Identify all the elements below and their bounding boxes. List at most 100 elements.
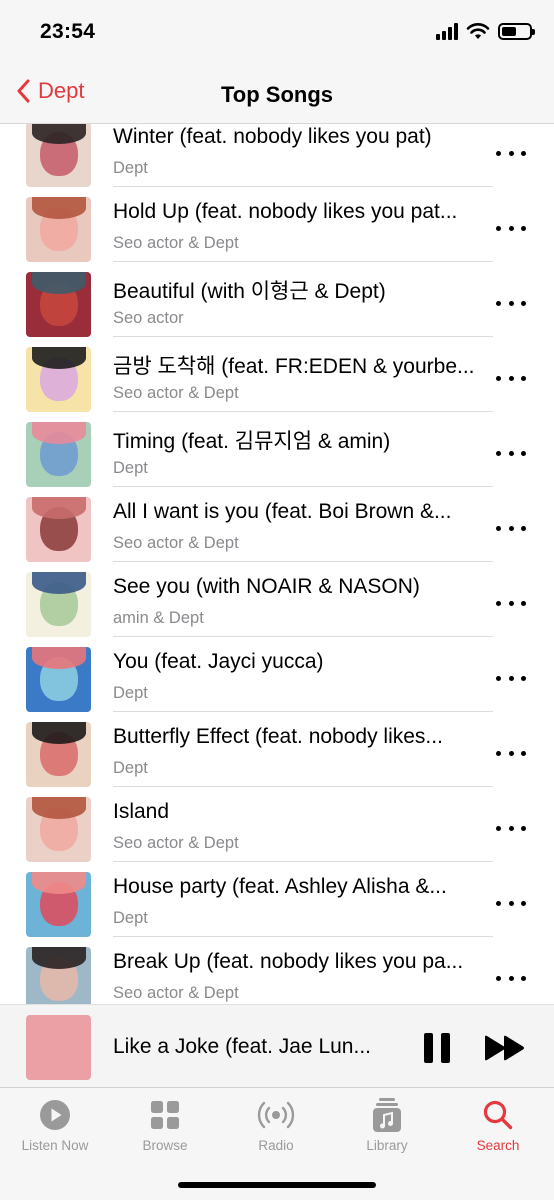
song-artist: Seo actor & Dept bbox=[113, 984, 239, 1002]
song-artist: Dept bbox=[113, 759, 148, 777]
song-title: House party (feat. Ashley Alisha &... bbox=[113, 875, 447, 898]
song-text: Butterfly Effect (feat. nobody likes... D… bbox=[113, 723, 493, 787]
song-row[interactable]: Butterfly Effect (feat. nobody likes... D… bbox=[0, 717, 554, 792]
tab-label: Browse bbox=[142, 1138, 188, 1153]
more-options-icon[interactable] bbox=[496, 668, 526, 688]
song-title: See you (with NOAIR & NASON) bbox=[113, 575, 420, 598]
wifi-icon bbox=[466, 23, 490, 39]
song-artist: Dept bbox=[113, 459, 148, 477]
song-artwork bbox=[26, 497, 91, 562]
cellular-signal-icon bbox=[436, 22, 458, 40]
song-row[interactable]: See you (with NOAIR & NASON) amin & Dept bbox=[0, 567, 554, 642]
more-options-icon[interactable] bbox=[496, 518, 526, 538]
song-text: Break Up (feat. nobody likes you pa... Se… bbox=[113, 948, 493, 1004]
play-circle-icon bbox=[40, 1100, 70, 1130]
tab-label: Radio bbox=[258, 1138, 294, 1153]
more-options-icon[interactable] bbox=[496, 443, 526, 463]
tab-library[interactable]: Library bbox=[332, 1098, 442, 1153]
page-title: Top Songs bbox=[220, 82, 334, 107]
pause-icon-bar bbox=[424, 1033, 433, 1063]
song-artwork bbox=[26, 124, 91, 187]
status-time: 23:54 bbox=[40, 20, 96, 43]
now-playing-title[interactable]: Like a Joke (feat. Jae Lun... bbox=[113, 1035, 393, 1059]
more-options-icon[interactable] bbox=[496, 218, 526, 238]
song-row[interactable]: Timing (feat. 김뮤지엄 & amin) Dept bbox=[0, 417, 554, 492]
song-text: You (feat. Jayci yucca) Dept bbox=[113, 648, 493, 712]
song-text: Beautiful (with 이형근 & Dept) Seo actor bbox=[113, 273, 493, 337]
song-row[interactable]: Hold Up (feat. nobody likes you pat... Se… bbox=[0, 192, 554, 267]
tab-radio[interactable]: Radio bbox=[221, 1098, 331, 1153]
song-list[interactable]: Winter (feat. nobody likes you pat) Dept H… bbox=[0, 124, 554, 1004]
song-artist: Dept bbox=[113, 909, 148, 927]
song-artist: Dept bbox=[113, 684, 148, 702]
song-artwork bbox=[26, 722, 91, 787]
song-title: Break Up (feat. nobody likes you pa... bbox=[113, 950, 464, 973]
song-text: 금방 도착해 (feat. FR:EDEN & yourbe... Seo act… bbox=[113, 348, 493, 412]
song-artist: Dept bbox=[113, 159, 148, 177]
song-artwork bbox=[26, 572, 91, 637]
song-title: You (feat. Jayci yucca) bbox=[113, 650, 324, 673]
song-title: Hold Up (feat. nobody likes you pat... bbox=[113, 200, 458, 223]
tab-label: Library bbox=[366, 1138, 408, 1153]
pause-icon-bar bbox=[441, 1033, 450, 1063]
tab-label: Search bbox=[476, 1138, 520, 1153]
song-text: Hold Up (feat. nobody likes you pat... Se… bbox=[113, 198, 493, 262]
song-artist: Seo actor & Dept bbox=[113, 534, 239, 552]
mini-player[interactable]: Like a Joke (feat. Jae Lun... bbox=[0, 1004, 554, 1088]
more-options-icon[interactable] bbox=[496, 818, 526, 838]
more-options-icon[interactable] bbox=[496, 143, 526, 163]
song-row[interactable]: Beautiful (with 이형근 & Dept) Seo actor bbox=[0, 267, 554, 342]
song-text: House party (feat. Ashley Alisha &... Dep… bbox=[113, 873, 493, 937]
search-icon bbox=[483, 1100, 513, 1130]
navigation-bar: Dept Top Songs bbox=[0, 66, 554, 124]
more-options-icon[interactable] bbox=[496, 743, 526, 763]
song-title: 금방 도착해 (feat. FR:EDEN & yourbe... bbox=[113, 355, 475, 378]
status-bar: 23:54 bbox=[0, 0, 554, 66]
pause-button[interactable] bbox=[424, 1033, 450, 1063]
song-title: Butterfly Effect (feat. nobody likes... bbox=[113, 725, 443, 748]
song-text: See you (with NOAIR & NASON) amin & Dept bbox=[113, 573, 493, 637]
song-row[interactable]: You (feat. Jayci yucca) Dept bbox=[0, 642, 554, 717]
song-artist: Seo actor bbox=[113, 309, 184, 327]
song-title: All I want is you (feat. Boi Brown &... bbox=[113, 500, 452, 523]
song-artwork bbox=[26, 272, 91, 337]
more-options-icon[interactable] bbox=[496, 368, 526, 388]
song-text: Winter (feat. nobody likes you pat) Dept bbox=[113, 124, 493, 187]
more-options-icon[interactable] bbox=[496, 968, 526, 988]
tab-browse[interactable]: Browse bbox=[110, 1098, 220, 1153]
song-text: All I want is you (feat. Boi Brown &... S… bbox=[113, 498, 493, 562]
song-artwork bbox=[26, 647, 91, 712]
battery-icon bbox=[498, 22, 535, 40]
song-artwork bbox=[26, 797, 91, 862]
song-artist: Seo actor & Dept bbox=[113, 384, 239, 402]
song-artwork bbox=[26, 197, 91, 262]
radio-waves-icon bbox=[257, 1101, 295, 1129]
song-row[interactable]: Winter (feat. nobody likes you pat) Dept bbox=[0, 124, 554, 192]
song-title: Winter (feat. nobody likes you pat) bbox=[113, 125, 432, 148]
song-title: Beautiful (with 이형근 & Dept) bbox=[113, 280, 386, 303]
song-row[interactable]: House party (feat. Ashley Alisha &... Dep… bbox=[0, 867, 554, 942]
home-indicator bbox=[178, 1182, 376, 1188]
song-artist: Seo actor & Dept bbox=[113, 234, 239, 252]
song-row[interactable]: All I want is you (feat. Boi Brown &... S… bbox=[0, 492, 554, 567]
tab-label: Listen Now bbox=[21, 1138, 89, 1153]
song-row[interactable]: Island Seo actor & Dept bbox=[0, 792, 554, 867]
more-options-icon[interactable] bbox=[496, 293, 526, 313]
song-artist: amin & Dept bbox=[113, 609, 204, 627]
song-title: Island bbox=[113, 800, 170, 823]
song-artwork bbox=[26, 347, 91, 412]
more-options-icon[interactable] bbox=[496, 593, 526, 613]
library-icon bbox=[373, 1098, 401, 1132]
status-icons bbox=[436, 22, 535, 40]
song-row[interactable]: 금방 도착해 (feat. FR:EDEN & yourbe... Seo act… bbox=[0, 342, 554, 417]
fast-forward-icon[interactable] bbox=[484, 1035, 526, 1061]
more-options-icon[interactable] bbox=[496, 893, 526, 913]
song-text: Island Seo actor & Dept bbox=[113, 798, 493, 862]
song-artwork bbox=[26, 947, 91, 1004]
song-title: Timing (feat. 김뮤지엄 & amin) bbox=[113, 430, 391, 453]
tab-listen-now[interactable]: Listen Now bbox=[0, 1098, 110, 1153]
now-playing-artwork[interactable] bbox=[26, 1015, 91, 1080]
song-text: Timing (feat. 김뮤지엄 & amin) Dept bbox=[113, 423, 493, 487]
song-row[interactable]: Break Up (feat. nobody likes you pa... Se… bbox=[0, 942, 554, 1004]
tab-search[interactable]: Search bbox=[443, 1098, 553, 1153]
